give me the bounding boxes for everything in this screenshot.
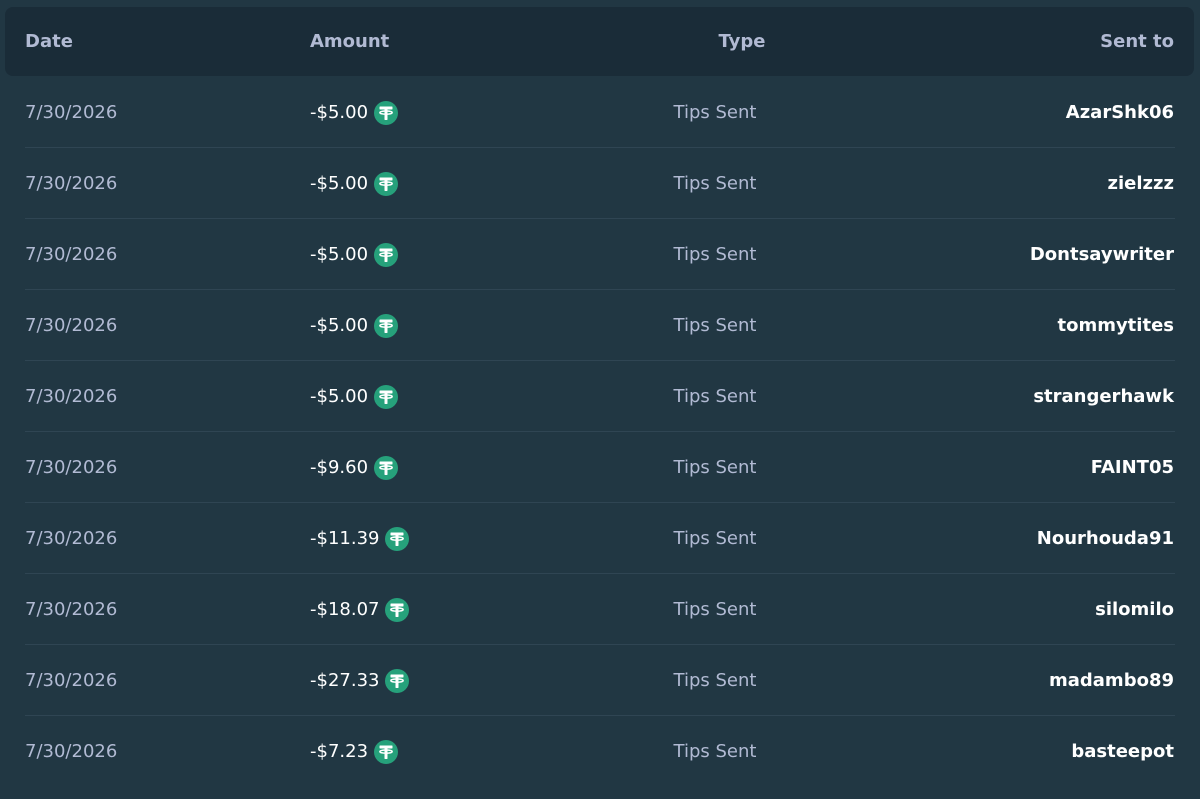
- cell-amount: -$27.33: [310, 645, 410, 716]
- cell-type: Tips Sent: [673, 528, 757, 549]
- cell-date: 7/30/2026: [25, 315, 118, 336]
- tether-usdt-icon: [374, 455, 399, 480]
- tether-usdt-icon: [374, 100, 399, 125]
- cell-sent-to[interactable]: tommytites: [1057, 290, 1174, 361]
- amount-value: -$5.00: [310, 386, 369, 407]
- table-row: 7/30/2026 -$5.00 Tips Sent strangerhawk: [0, 361, 1200, 432]
- cell-amount: -$5.00: [310, 361, 399, 432]
- table-row: 7/30/2026 -$11.39 Tips Sent Nourhouda91: [0, 503, 1200, 574]
- cell-sent-to[interactable]: silomilo: [1095, 574, 1174, 645]
- amount-value: -$5.00: [310, 244, 369, 265]
- tether-usdt-icon: [374, 384, 399, 409]
- cell-sent-to[interactable]: madambo89: [1049, 645, 1174, 716]
- cell-sent-to[interactable]: AzarShk06: [1066, 77, 1174, 148]
- amount-value: -$7.23: [310, 741, 369, 762]
- amount-value: -$9.60: [310, 457, 369, 478]
- cell-type: Tips Sent: [673, 244, 757, 265]
- cell-date: 7/30/2026: [25, 173, 118, 194]
- cell-date: 7/30/2026: [25, 599, 118, 620]
- table-row: 7/30/2026 -$5.00 Tips Sent Dontsaywriter: [0, 219, 1200, 290]
- cell-type: Tips Sent: [673, 315, 757, 336]
- table-row: 7/30/2026 -$5.00 Tips Sent zielzzz: [0, 148, 1200, 219]
- cell-sent-to[interactable]: zielzzz: [1108, 148, 1174, 219]
- cell-amount: -$5.00: [310, 290, 399, 361]
- table-row: 7/30/2026 -$9.60 Tips Sent FAINT05: [0, 432, 1200, 503]
- amount-value: -$5.00: [310, 315, 369, 336]
- column-header-date: Date: [25, 31, 73, 52]
- amount-value: -$18.07: [310, 599, 380, 620]
- amount-value: -$5.00: [310, 173, 369, 194]
- cell-sent-to[interactable]: strangerhawk: [1033, 361, 1174, 432]
- column-header-amount: Amount: [310, 31, 390, 52]
- table-row: 7/30/2026 -$7.23 Tips Sent basteepot: [0, 716, 1200, 787]
- transactions-table: Date Amount Type Sent to 7/30/2026 -$5.00…: [0, 0, 1200, 799]
- tether-usdt-icon: [374, 171, 399, 196]
- cell-amount: -$9.60: [310, 432, 399, 503]
- cell-sent-to[interactable]: basteepot: [1071, 716, 1174, 787]
- cell-amount: -$5.00: [310, 219, 399, 290]
- tether-usdt-icon: [385, 668, 410, 693]
- tether-usdt-icon: [385, 597, 410, 622]
- cell-amount: -$7.23: [310, 716, 399, 787]
- tether-usdt-icon: [374, 739, 399, 764]
- cell-type: Tips Sent: [673, 741, 757, 762]
- cell-date: 7/30/2026: [25, 741, 118, 762]
- table-row: 7/30/2026 -$5.00 Tips Sent AzarShk06: [0, 77, 1200, 148]
- tether-usdt-icon: [374, 242, 399, 267]
- tether-usdt-icon: [385, 526, 410, 551]
- table-row: 7/30/2026 -$5.00 Tips Sent tommytites: [0, 290, 1200, 361]
- cell-sent-to[interactable]: Nourhouda91: [1037, 503, 1174, 574]
- cell-date: 7/30/2026: [25, 528, 118, 549]
- cell-sent-to[interactable]: Dontsaywriter: [1030, 219, 1174, 290]
- cell-amount: -$5.00: [310, 77, 399, 148]
- cell-type: Tips Sent: [673, 457, 757, 478]
- amount-value: -$5.00: [310, 102, 369, 123]
- table-row: 7/30/2026 -$18.07 Tips Sent silomilo: [0, 574, 1200, 645]
- cell-date: 7/30/2026: [25, 244, 118, 265]
- amount-value: -$27.33: [310, 670, 380, 691]
- column-header-type: Type: [718, 31, 766, 52]
- column-header-sent-to: Sent to: [1100, 31, 1174, 52]
- table-header: Date Amount Type Sent to: [5, 7, 1194, 76]
- cell-amount: -$11.39: [310, 503, 410, 574]
- cell-type: Tips Sent: [673, 670, 757, 691]
- cell-date: 7/30/2026: [25, 457, 118, 478]
- cell-amount: -$18.07: [310, 574, 410, 645]
- tether-usdt-icon: [374, 313, 399, 338]
- cell-amount: -$5.00: [310, 148, 399, 219]
- cell-sent-to[interactable]: FAINT05: [1091, 432, 1174, 503]
- cell-date: 7/30/2026: [25, 670, 118, 691]
- table-row: 7/30/2026 -$27.33 Tips Sent madambo89: [0, 645, 1200, 716]
- cell-date: 7/30/2026: [25, 386, 118, 407]
- cell-type: Tips Sent: [673, 102, 757, 123]
- cell-date: 7/30/2026: [25, 102, 118, 123]
- cell-type: Tips Sent: [673, 386, 757, 407]
- cell-type: Tips Sent: [673, 173, 757, 194]
- table-body: 7/30/2026 -$5.00 Tips Sent AzarShk06 7/30/20…: [0, 77, 1200, 787]
- amount-value: -$11.39: [310, 528, 380, 549]
- cell-type: Tips Sent: [673, 599, 757, 620]
